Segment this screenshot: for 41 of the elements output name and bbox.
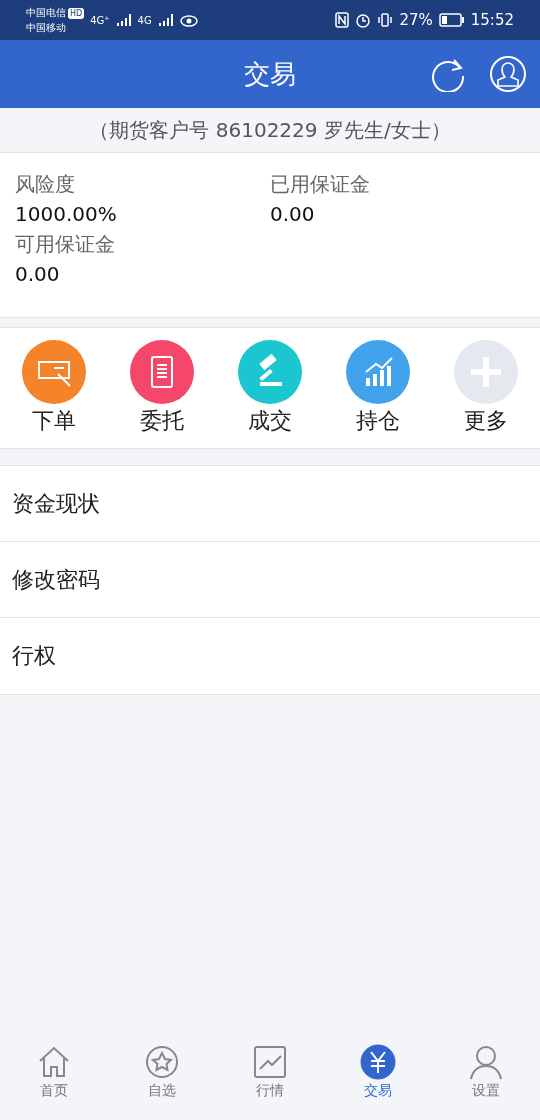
network-label: 4G [137, 14, 152, 26]
carrier-name: 中国电信 HD [26, 5, 85, 21]
summary-label: 已用保证金 [270, 171, 371, 198]
nav-tab[interactable]: 交易 [333, 1044, 423, 1114]
action-button[interactable]: 更多 [441, 340, 531, 436]
nav-tab[interactable]: 首页 [9, 1044, 99, 1114]
summary-label: 可用保证金 [15, 231, 116, 258]
eye-icon [179, 13, 198, 27]
signal-icon [115, 13, 132, 27]
summary-label: 风险度 [15, 171, 76, 198]
chart-icon [252, 1044, 288, 1080]
alarm-icon [355, 12, 372, 28]
yen-icon [360, 1044, 396, 1080]
clipboard-icon [130, 340, 194, 404]
summary-value: 1000.00% [15, 201, 118, 228]
network-label: 4G⁺ [90, 14, 110, 26]
clock-time: 15:52 [470, 11, 514, 29]
signal-icon [157, 13, 174, 27]
nav-tab[interactable]: 行情 [225, 1044, 315, 1114]
account-info: （期货客户号 86102229 罗先生/女士） [89, 116, 451, 144]
profile-icon[interactable] [490, 56, 526, 92]
nav-tab[interactable]: 设置 [441, 1044, 531, 1114]
summary-value: 0.00 [15, 261, 61, 288]
gavel-icon [238, 340, 302, 404]
action-button[interactable]: 成交 [225, 340, 315, 436]
action-button[interactable]: 下单 [9, 340, 99, 436]
plus-icon [454, 340, 518, 404]
carrier-name: 中国移动 [26, 20, 67, 35]
vibrate-icon [377, 12, 394, 28]
nfc-icon [335, 12, 350, 28]
chart-icon [346, 340, 410, 404]
action-button[interactable]: 委托 [117, 340, 207, 436]
summary-value: 0.00 [270, 201, 316, 228]
battery-percent: 27% [399, 11, 433, 29]
user-icon [468, 1044, 504, 1080]
page-title: 交易 [244, 57, 296, 91]
nav-tab[interactable]: 自选 [117, 1044, 207, 1114]
hd-badge: HD [68, 7, 85, 19]
action-button[interactable]: 持仓 [333, 340, 423, 436]
battery-icon [438, 13, 465, 27]
cheque-icon [22, 340, 86, 404]
